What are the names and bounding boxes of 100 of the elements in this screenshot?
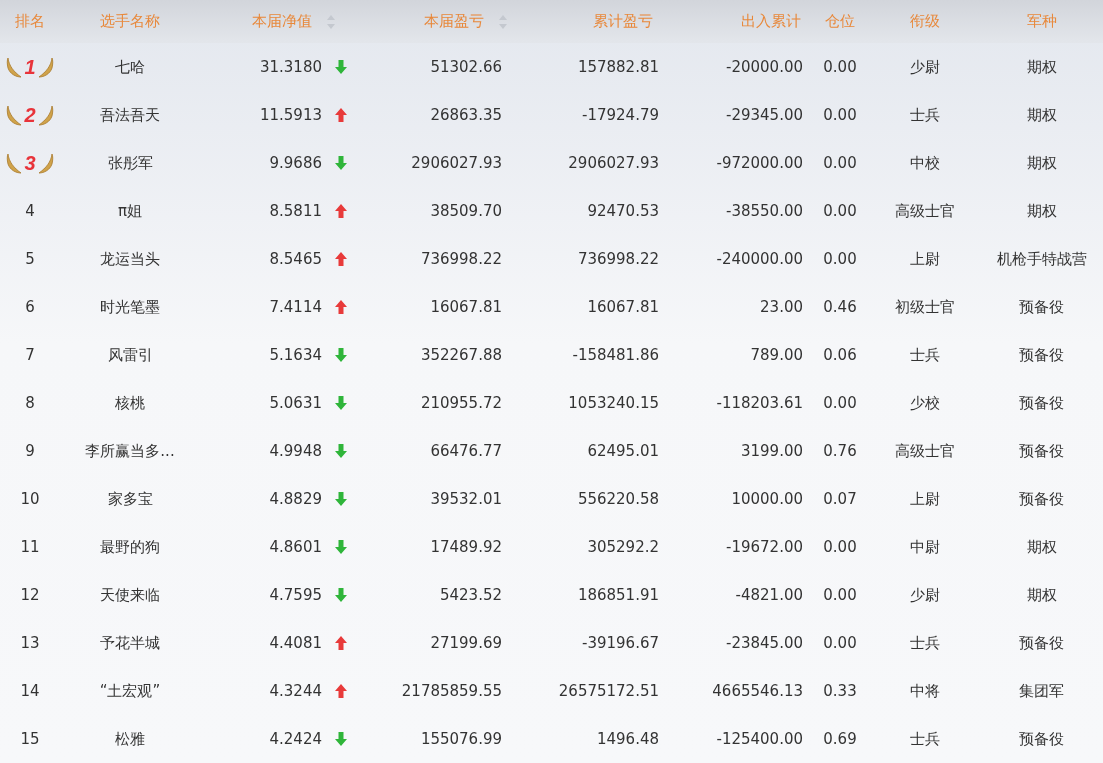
table-cell: -39196.67 — [582, 634, 659, 652]
table-cell: 5423.52 — [439, 586, 502, 604]
column-header: 累计盈亏 — [593, 12, 653, 31]
table-cell: 5.1634 — [269, 346, 322, 364]
player-name[interactable]: 吾法吾天 — [100, 105, 160, 125]
player-name[interactable]: 风雷引 — [107, 345, 153, 365]
table-cell: 789.00 — [750, 346, 803, 364]
table-cell: -29345.00 — [726, 106, 803, 124]
column-header: 衔级 — [910, 12, 940, 31]
table-cell: 92470.53 — [587, 202, 659, 220]
table-cell: 预备役 — [1019, 441, 1064, 461]
table-cell: 预备役 — [1019, 729, 1064, 749]
player-name[interactable]: 松雅 — [115, 729, 145, 749]
wing-icon — [37, 104, 54, 126]
table-cell: 16067.81 — [430, 298, 502, 316]
table-cell: -118203.61 — [716, 394, 803, 412]
table-cell: 士兵 — [910, 633, 940, 653]
table-cell: 736998.22 — [577, 250, 659, 268]
table-cell: 4.8829 — [269, 490, 322, 508]
table-cell: 17489.92 — [430, 538, 502, 556]
column-header: 军种 — [1026, 12, 1057, 31]
table-cell: 0.00 — [823, 202, 857, 220]
table-cell: 305292.2 — [587, 538, 659, 556]
rank-number: 5 — [25, 250, 35, 268]
sort-icon[interactable] — [326, 13, 336, 30]
table-cell: 0.76 — [823, 442, 857, 460]
player-name[interactable]: 七哈 — [115, 57, 145, 77]
player-name[interactable]: 核桃 — [115, 393, 145, 413]
table-cell: 16067.81 — [587, 298, 659, 316]
table-cell: -20000.00 — [726, 58, 803, 76]
table-cell: -4821.00 — [735, 586, 803, 604]
table-cell: 少尉 — [910, 57, 940, 77]
rank-number: 13 — [20, 634, 40, 652]
player-name[interactable]: “土宏观” — [99, 681, 161, 701]
column-header: 排名 — [15, 12, 45, 31]
player-name[interactable]: 时光笔墨 — [100, 297, 160, 317]
rank-number: 2 — [24, 103, 36, 127]
rank-number: 14 — [20, 682, 40, 700]
table-cell: 士兵 — [910, 729, 940, 749]
player-name[interactable]: 最野的狗 — [100, 537, 160, 557]
rank-number: 8 — [25, 394, 35, 412]
table-cell: -38550.00 — [726, 202, 803, 220]
table-cell: 预备役 — [1019, 489, 1064, 509]
table-cell: 上尉 — [910, 249, 940, 269]
table-cell: 38509.70 — [430, 202, 502, 220]
table-cell: 4.2424 — [269, 730, 322, 748]
table-cell: 期权 — [1026, 57, 1057, 77]
table-cell: 11.5913 — [259, 106, 322, 124]
column-header: 本届净值 — [252, 12, 312, 31]
table-cell: -23845.00 — [726, 634, 803, 652]
table-cell: 中校 — [910, 153, 940, 173]
table-cell: 少校 — [910, 393, 940, 413]
table-cell: 上尉 — [910, 489, 940, 509]
table-cell: 期权 — [1026, 537, 1057, 557]
rank-number: 12 — [20, 586, 40, 604]
table-cell: 39532.01 — [430, 490, 502, 508]
table-cell: 期权 — [1026, 105, 1057, 125]
rank-number: 9 — [25, 442, 35, 460]
player-name[interactable]: 天使来临 — [100, 585, 160, 605]
rank-number: 1 — [24, 55, 36, 79]
table-cell: 7.4114 — [269, 298, 322, 316]
table-cell: 高级士官 — [895, 441, 955, 461]
column-header: 本届盈亏 — [424, 12, 484, 31]
table-cell: 0.00 — [823, 106, 857, 124]
table-cell: 21785859.55 — [401, 682, 502, 700]
table-cell: 2906027.93 — [568, 154, 659, 172]
table-cell: 26575172.51 — [558, 682, 659, 700]
column-header: 选手名称 — [100, 12, 160, 31]
table-cell: -972000.00 — [716, 154, 803, 172]
column-header: 出入累计 — [741, 12, 801, 31]
table-cell: 0.00 — [823, 586, 857, 604]
table-cell: 4.9948 — [269, 442, 322, 460]
table-cell: 初级士官 — [895, 297, 955, 317]
player-name[interactable]: π姐 — [118, 201, 142, 221]
player-name[interactable]: 予花半城 — [100, 633, 160, 653]
column-header: 仓位 — [825, 12, 855, 31]
table-cell: 期权 — [1026, 153, 1057, 173]
table-cell: 0.00 — [823, 250, 857, 268]
table-cell: 1053240.15 — [568, 394, 659, 412]
table-cell: 中将 — [910, 681, 940, 701]
table-cell: 预备役 — [1019, 393, 1064, 413]
table-cell: 8.5465 — [269, 250, 322, 268]
table-cell: -17924.79 — [582, 106, 659, 124]
table-cell: 4.4081 — [269, 634, 322, 652]
table-cell: 736998.22 — [420, 250, 502, 268]
wing-icon — [37, 152, 54, 174]
table-cell: 186851.91 — [577, 586, 659, 604]
player-name[interactable]: 龙运当头 — [100, 249, 160, 269]
table-cell: 0.00 — [823, 538, 857, 556]
sort-icon[interactable] — [498, 13, 508, 30]
table-cell: 0.46 — [823, 298, 857, 316]
player-name[interactable]: 张彤军 — [107, 153, 153, 173]
rank-number: 3 — [24, 151, 36, 175]
table-cell: -19672.00 — [726, 538, 803, 556]
table-cell: 0.06 — [823, 346, 857, 364]
player-name[interactable]: 家多宝 — [107, 489, 153, 509]
player-name[interactable]: 李所赢当多... — [85, 441, 175, 461]
table-cell: 352267.88 — [420, 346, 502, 364]
table-cell: 期权 — [1026, 201, 1057, 221]
table-cell: 26863.35 — [430, 106, 502, 124]
